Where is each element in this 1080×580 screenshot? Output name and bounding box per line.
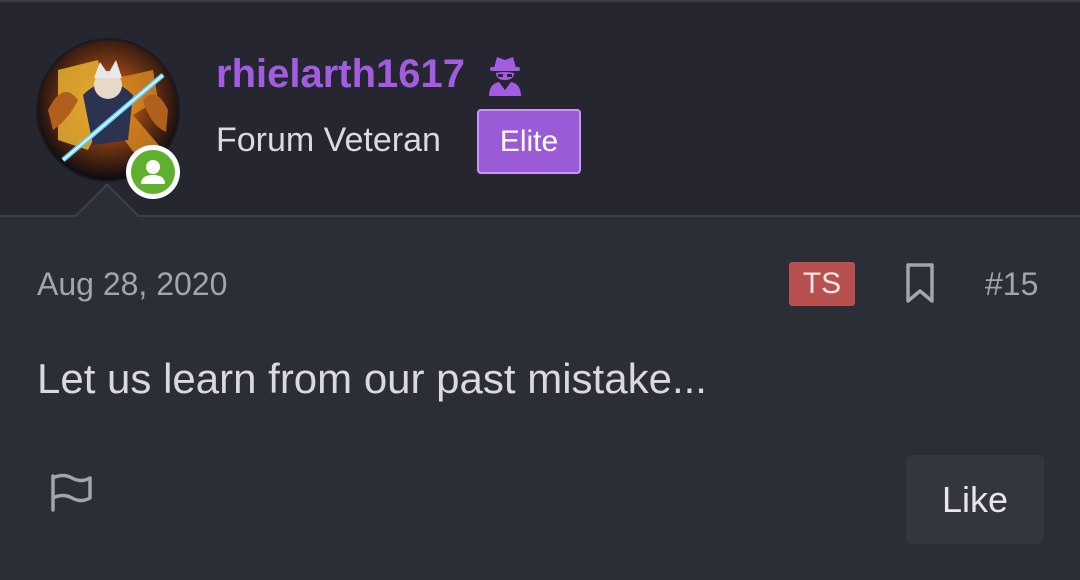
post-date[interactable]: Aug 28, 2020 bbox=[37, 262, 227, 306]
header-pointer-fill bbox=[75, 186, 139, 218]
user-icon bbox=[141, 160, 165, 184]
online-status-indicator bbox=[126, 145, 180, 199]
post-body: Let us learn from our past mistake... bbox=[37, 355, 707, 402]
like-button[interactable]: Like bbox=[906, 455, 1044, 544]
username[interactable]: rhielarth1617 bbox=[216, 50, 465, 98]
flag-icon[interactable] bbox=[48, 470, 94, 514]
bookmark-icon[interactable] bbox=[903, 262, 937, 304]
user-title: Forum Veteran bbox=[216, 121, 441, 159]
post-number-link[interactable]: #15 bbox=[985, 262, 1038, 306]
thread-starter-badge: TS bbox=[789, 262, 855, 306]
user-banner-badge: Elite bbox=[477, 109, 581, 174]
user-secret-icon bbox=[489, 57, 521, 96]
